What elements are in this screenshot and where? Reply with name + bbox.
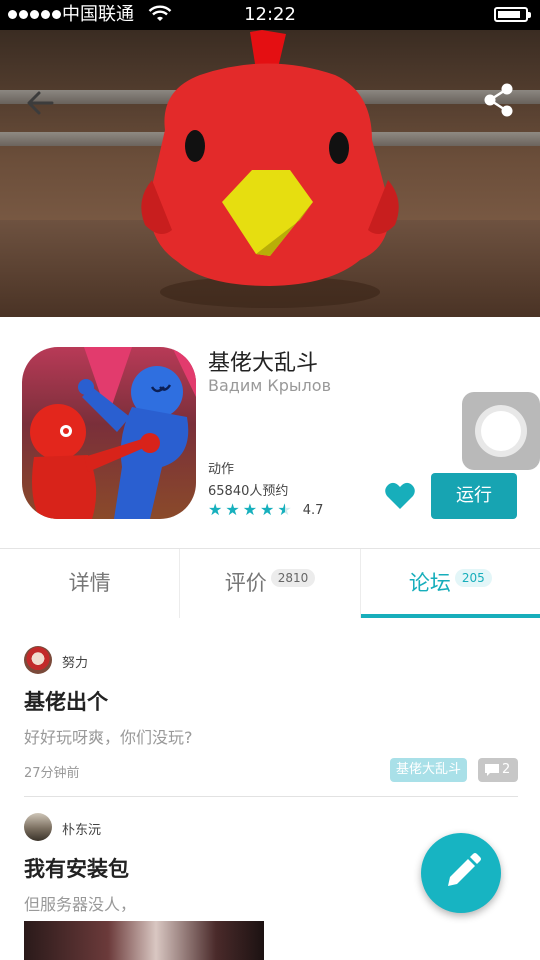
star-icon: ★: [260, 500, 275, 519]
post-excerpt: 但服务器没人，: [24, 895, 137, 914]
avatar[interactable]: [24, 813, 52, 841]
app-info-section: 基佬大乱斗 Вадим Крылов 动作 65840人预约 ★ ★ ★ ★ ★…: [0, 317, 540, 549]
run-button[interactable]: 运行: [431, 473, 517, 519]
share-icon[interactable]: [482, 82, 516, 118]
post-title: 基佬出个: [24, 690, 108, 714]
tab-reviews[interactable]: 评价 2810: [180, 549, 361, 618]
heart-icon[interactable]: [384, 481, 416, 511]
hero-banner: [0, 30, 540, 317]
chicken-illustration: [141, 30, 399, 308]
app-developer: Вадим Крылов: [208, 376, 331, 395]
rating-value: 4.7: [302, 502, 324, 518]
tab-count-badge: 2810: [270, 569, 316, 587]
avatar[interactable]: [24, 646, 52, 674]
tab-bar: 详情 评价 2810 论坛 205: [0, 548, 540, 618]
reservation-count: 65840人预约: [208, 484, 289, 499]
post-image[interactable]: [24, 921, 264, 960]
post-excerpt: 好好玩呀爽，你们没玩?: [24, 728, 193, 747]
pencil-icon: [448, 853, 481, 886]
clock: 12:22: [244, 4, 296, 25]
list-item[interactable]: 努力 基佬出个 好好玩呀爽，你们没玩? 27分钟前 基佬大乱斗 2: [24, 646, 518, 796]
star-icon: ★: [242, 500, 258, 519]
status-bar: 中国联通 12:22: [0, 0, 540, 30]
tab-label: 评价: [224, 571, 267, 595]
star-icon: ★: [208, 500, 223, 519]
tab-label: 详情: [68, 571, 111, 595]
divider: [24, 796, 518, 797]
tab-count-badge: 205: [454, 569, 492, 587]
app-category: 动作: [208, 462, 235, 477]
tab-details[interactable]: 详情: [0, 549, 181, 618]
star-icon: ★: [225, 500, 240, 519]
post-title: 我有安装包: [24, 857, 129, 881]
post-author[interactable]: 努力: [62, 652, 88, 671]
app-icon: [22, 347, 196, 519]
star-rating: ★ ★ ★ ★ ★ 4.7: [208, 501, 323, 519]
compose-button[interactable]: [421, 833, 501, 913]
tab-forum[interactable]: 论坛 205: [360, 549, 540, 618]
post-author[interactable]: 朴东沅: [62, 819, 101, 838]
arrow-left-icon[interactable]: [22, 85, 62, 121]
game-tag[interactable]: 基佬大乱斗: [390, 758, 468, 782]
comment-count: 2: [502, 762, 511, 777]
post-timestamp: 27分钟前: [24, 766, 80, 781]
assistive-touch-button[interactable]: [462, 392, 540, 470]
app-title: 基佬大乱斗: [208, 351, 319, 376]
half-star-icon: ★: [277, 500, 292, 519]
comment-icon: [485, 764, 499, 776]
battery-icon: [494, 7, 531, 22]
comment-count-badge: 2: [478, 758, 518, 782]
tab-label: 论坛: [408, 571, 451, 595]
